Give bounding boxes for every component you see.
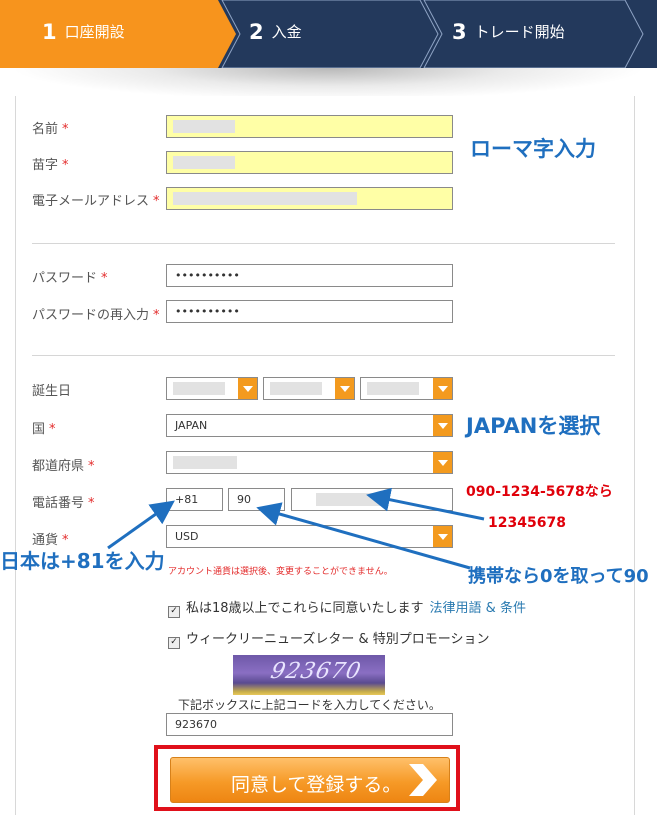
password-input[interactable]: •••••••••• [166,264,453,287]
terms-link[interactable]: 法律用語 & 条件 [430,601,526,616]
birth-day-select[interactable] [360,377,453,400]
birth-year-select[interactable] [166,377,258,400]
submit-highlight-frame: 同意して登録する。 [154,745,460,811]
prefecture-label: 都道府県 * [32,459,95,474]
chevron-down-icon [432,526,452,547]
prefecture-select[interactable] [166,451,453,474]
annotation-mobile-hint: 携帯なら0を取って90 [468,566,649,587]
annotation-phone-result: 12345678 [488,515,566,531]
first-name-input[interactable] [166,115,453,138]
birthdate-label: 誕生日 [32,384,72,399]
captcha-instruction: 下記ボックスに上記コードを入力してください。 [178,698,441,712]
newsletter-checkbox[interactable]: ✓ [168,637,180,649]
divider-1 [32,243,615,244]
country-label: 国 * [32,422,56,437]
password-label: パスワード * [32,271,108,286]
first-name-label: 名前 * [32,122,69,137]
annotation-romaji: ローマ字入力 [470,137,596,161]
chevron-down-icon [334,378,354,399]
birth-month-select[interactable] [263,377,355,400]
last-name-input[interactable] [166,151,453,174]
step-2: 2 入金 [249,20,302,44]
age-agree-checkbox-row[interactable]: ✓ 私は18歳以上でこれらに同意いたします 法律用語 & 条件 [168,597,526,618]
password-confirm-label: パスワードの再入力 * [32,308,160,323]
email-input[interactable] [166,187,453,210]
age-agree-checkbox[interactable]: ✓ [168,606,180,618]
chevron-down-icon [432,415,452,436]
chevron-down-icon [237,378,257,399]
captcha-code: 923670 [268,659,364,684]
country-select[interactable]: JAPAN [166,414,453,437]
phone-number-input[interactable] [291,488,453,511]
currency-select[interactable]: USD [166,525,453,548]
annotation-country-code-hint: 日本は+81を入力 [0,549,165,573]
phone-area-code-input[interactable]: 90 [228,488,285,511]
step-1: 1 口座開設 [42,20,125,44]
last-name-label: 苗字 * [32,158,69,173]
chevron-down-icon [432,378,452,399]
step-3: 3 トレード開始 [452,20,565,44]
phone-label: 電話番号 * [32,496,95,511]
annotation-japan-select: JAPANを選択 [466,414,601,438]
annotation-phone-example: 090-1234-5678なら [466,484,613,500]
divider-2 [32,355,615,356]
captcha-input[interactable]: 923670 [166,713,453,736]
newsletter-checkbox-row[interactable]: ✓ ウィークリーニューズレター & 特別プロモーション [168,628,490,649]
email-label: 電子メールアドレス * [32,194,160,209]
agree-register-button[interactable]: 同意して登録する。 [170,757,450,803]
captcha-image: 923670 [233,655,385,695]
phone-country-code-input[interactable]: +81 [166,488,223,511]
password-confirm-input[interactable]: •••••••••• [166,300,453,323]
chevron-right-icon [409,764,437,796]
step-progress-bar: 1 口座開設 2 入金 3 トレード開始 [0,0,657,68]
currency-note: アカウント通貨は選択後、変更することができません。 [168,567,393,577]
chevron-down-icon [432,452,452,473]
